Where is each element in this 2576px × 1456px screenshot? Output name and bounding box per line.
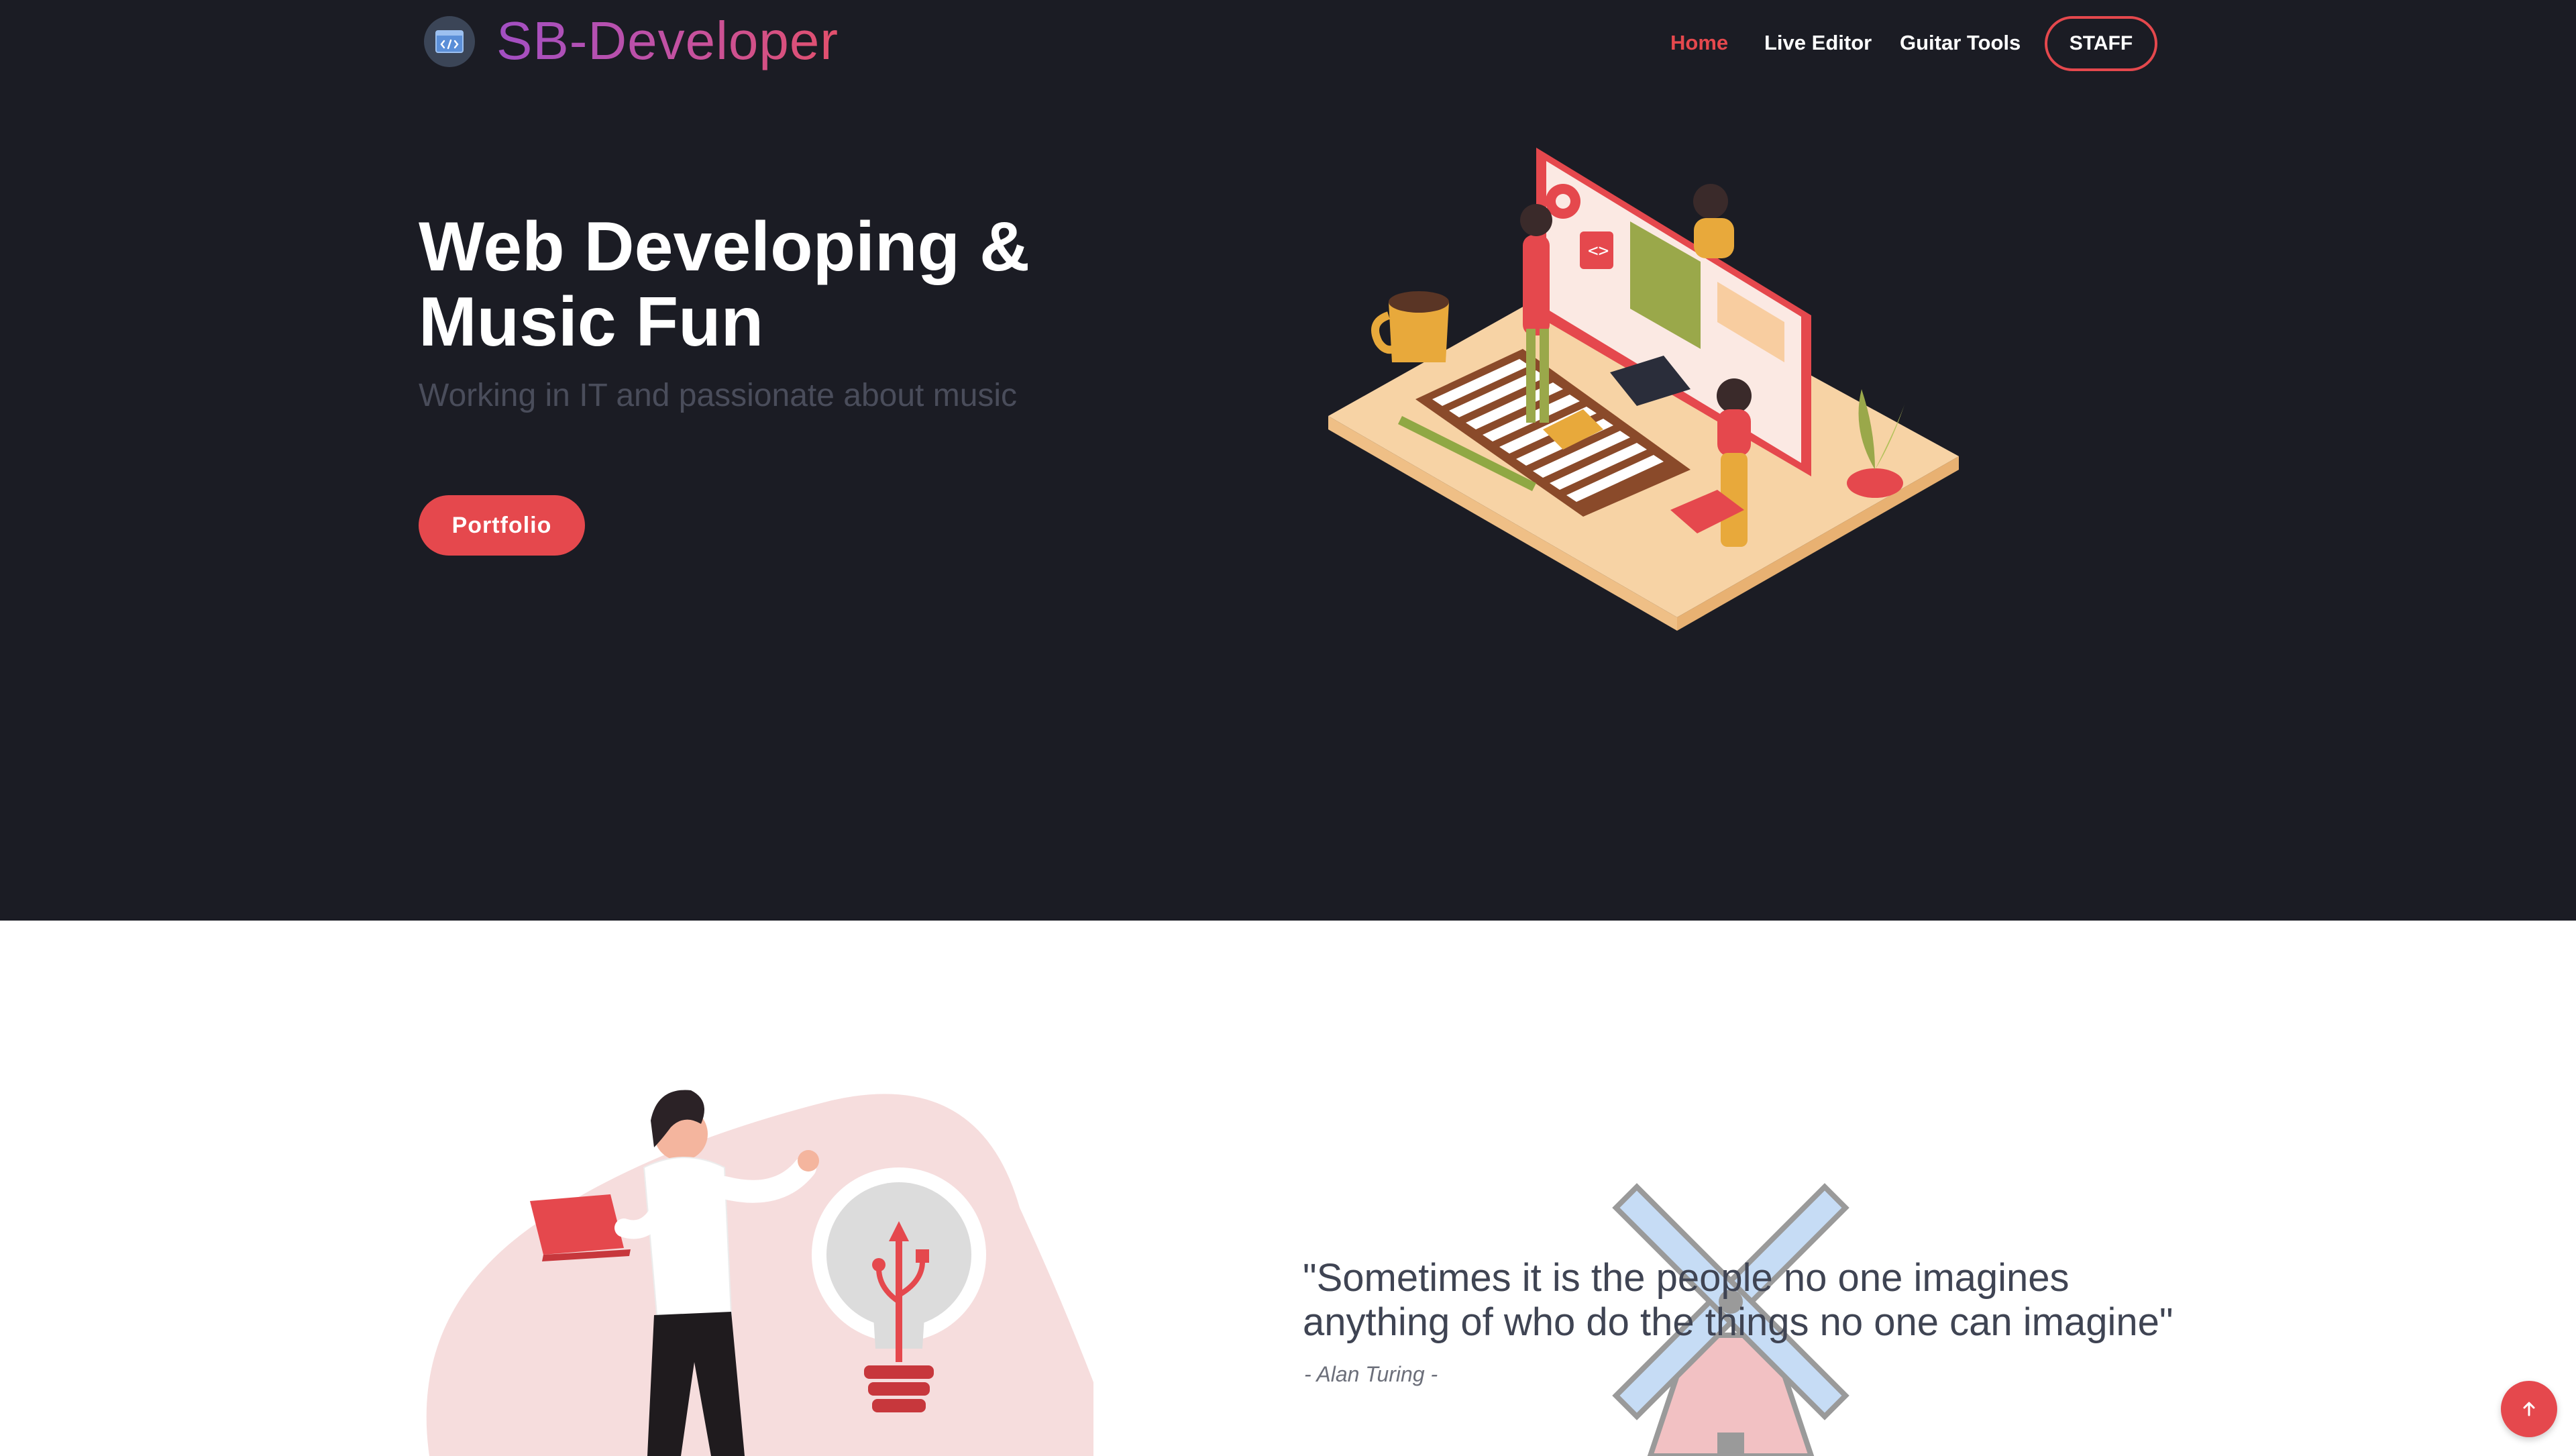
nav-guitar-tools[interactable]: Guitar Tools	[1900, 27, 2021, 59]
hero-subtitle: Working in IT and passionate about music	[419, 378, 1018, 413]
nav-home[interactable]: Home	[1670, 27, 1728, 59]
svg-text:<>: <>	[1588, 241, 1609, 261]
portfolio-button[interactable]: Portfolio	[419, 495, 585, 556]
arrow-up-icon	[2523, 1402, 2535, 1416]
desk-computer-illustration: <>	[1328, 148, 1959, 631]
quote-author: - Alan Turing -	[1304, 1362, 1438, 1386]
nav-live-editor[interactable]: Live Editor	[1764, 27, 1872, 59]
page: SB-Developer Home Live Editor Guitar Too…	[0, 0, 2576, 1456]
code-window-icon[interactable]	[424, 16, 475, 67]
quote-text: "Sometimes it is the people no one imagi…	[1303, 1256, 2174, 1344]
brand-name[interactable]: SB-Developer	[496, 4, 839, 78]
quote-section	[0, 921, 2576, 1456]
back-to-top-button[interactable]	[2501, 1381, 2557, 1437]
hero-title: Web Developing & Music Fun	[419, 208, 1030, 361]
person-laptop-lightbulb-illustration	[426, 1090, 1093, 1456]
hero-section: SB-Developer Home Live Editor Guitar Too…	[0, 0, 2576, 921]
staff-button[interactable]: STAFF	[2045, 16, 2157, 71]
